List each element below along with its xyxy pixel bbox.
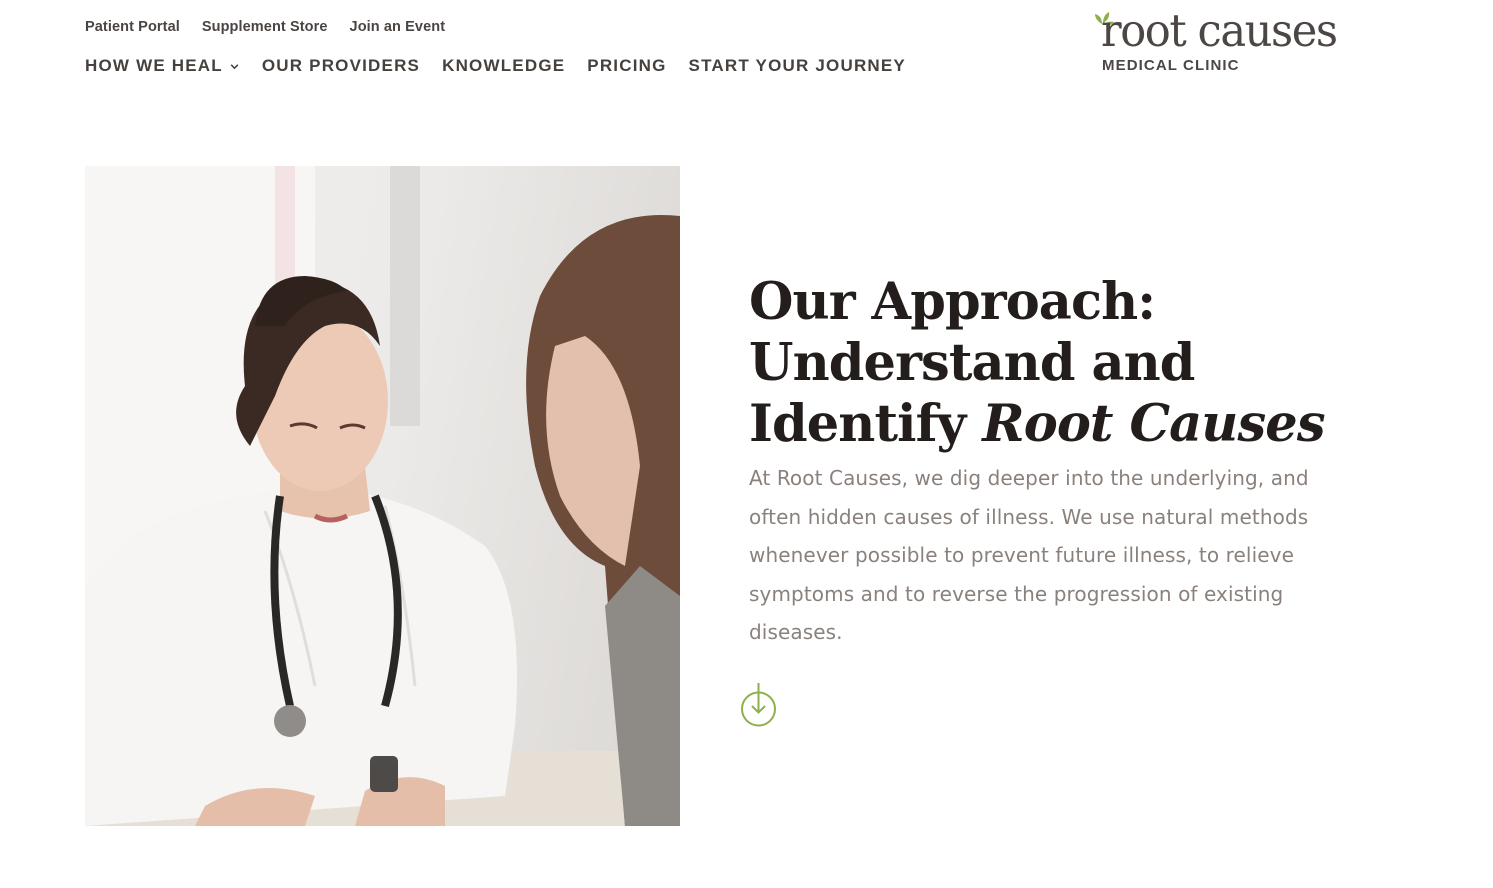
root-causes-logo[interactable]: root causes MEDICAL CLINIC	[1093, 8, 1355, 78]
hero-title: Our Approach: Understand and Identify Ro…	[749, 272, 1429, 455]
hero-title-emphasis: Root Causes	[982, 394, 1325, 454]
nav-item-knowledge[interactable]: KNOWLEDGE	[442, 56, 565, 76]
hero-title-line-3: Identify Root Causes	[749, 394, 1429, 455]
hero-title-line-1: Our Approach:	[749, 272, 1156, 332]
nav-item-start-your-journey[interactable]: START YOUR JOURNEY	[689, 56, 906, 76]
hero-description: At Root Causes, we dig deeper into the u…	[749, 466, 1309, 644]
hero-title-line-2: Understand and	[749, 333, 1195, 393]
nav-item-label: HOW WE HEAL	[85, 56, 223, 75]
nav-item-our-providers[interactable]: OUR PROVIDERS	[262, 56, 420, 76]
utility-nav: Patient Portal Supplement Store Join an …	[85, 19, 445, 35]
join-event-link[interactable]: Join an Event	[350, 19, 446, 35]
arrow-down-circle-icon[interactable]	[740, 683, 777, 729]
photo-illustration	[85, 166, 680, 826]
patient-portal-link[interactable]: Patient Portal	[85, 19, 180, 35]
supplement-store-link[interactable]: Supplement Store	[202, 19, 328, 35]
logo-wordmark: root causes	[1101, 4, 1338, 57]
hero-photo-doctor-patient	[85, 166, 680, 826]
chevron-down-icon	[230, 63, 239, 69]
nav-item-how-we-heal[interactable]: HOW WE HEAL	[85, 56, 240, 76]
nav-item-pricing[interactable]: PRICING	[587, 56, 666, 76]
logo-subline: MEDICAL CLINIC	[1102, 57, 1240, 74]
main-nav: HOW WE HEAL OUR PROVIDERS KNOWLEDGE PRIC…	[85, 56, 906, 76]
hero-title-line-3-plain: Identify	[749, 394, 983, 454]
